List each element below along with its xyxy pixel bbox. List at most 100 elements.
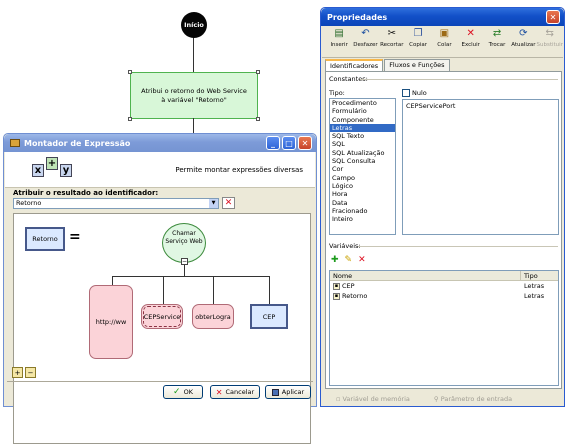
tool-label: Excluir <box>461 42 480 48</box>
column-header-name[interactable]: Nome <box>330 271 520 280</box>
flow-start-node[interactable]: Início <box>181 12 207 38</box>
type-option[interactable]: SQL <box>330 140 395 148</box>
zoom-out-icon[interactable]: − <box>25 367 36 378</box>
variable-type: Letras <box>524 282 545 290</box>
remove-variable-icon[interactable]: ✕ <box>358 255 366 265</box>
variable-icon: ▪ <box>333 282 340 290</box>
undo-button[interactable]: ↶ Desfazer <box>352 26 378 57</box>
memory-variable-icon: ▫ <box>336 394 341 403</box>
null-checkbox[interactable]: Nulo <box>402 89 427 97</box>
type-option[interactable]: SQL Atualização <box>330 149 395 157</box>
type-option[interactable]: Data <box>330 199 395 207</box>
param-label: http://ww <box>95 318 127 326</box>
table-row[interactable]: ▪ Retorno Letras <box>330 291 558 301</box>
ok-button-label: OK <box>183 388 193 396</box>
variable-name: Retorno <box>342 292 368 300</box>
tree-connector <box>163 276 164 304</box>
table-row[interactable]: ▪ CEP Letras <box>330 281 558 291</box>
input-parameter-legend: ⚲ Parâmetro de entrada <box>434 395 512 403</box>
param-cep-node[interactable]: CEP <box>250 304 288 329</box>
call-web-service-node[interactable]: Chamar Serviço Web <box>162 223 206 263</box>
clear-identifier-button[interactable]: ✕ <box>222 197 235 209</box>
close-button[interactable]: ✕ <box>546 10 560 24</box>
resize-handle[interactable] <box>256 70 260 74</box>
start-node-label: Início <box>184 21 204 29</box>
close-button[interactable]: ✕ <box>298 136 312 150</box>
insert-icon: ▤ <box>334 28 344 39</box>
checkbox-box[interactable] <box>402 89 410 97</box>
swap-button[interactable]: ⇄ Trocar <box>484 26 510 57</box>
type-option[interactable]: SQL Consulta <box>330 157 395 165</box>
tab-flows-functions[interactable]: Fluxos e Funções <box>384 59 450 71</box>
edit-variable-icon[interactable]: ✎ <box>345 255 353 265</box>
type-option[interactable]: Fracionado <box>330 207 395 215</box>
flow-assign-node[interactable]: Atribui o retorno do Web Service à variá… <box>128 70 260 121</box>
resize-handle[interactable] <box>128 117 132 121</box>
properties-tabs: Identificadores Fluxos e Funções <box>325 59 451 71</box>
paste-button[interactable]: ▣ Colar <box>431 26 457 57</box>
tree-connector <box>213 276 214 304</box>
constant-value-field[interactable]: CEPServicePort <box>402 99 559 235</box>
maximize-icon: □ <box>285 138 293 148</box>
input-parameter-label: Parâmetro de entrada <box>440 394 513 403</box>
save-icon <box>271 388 279 396</box>
flow-connector <box>193 118 194 133</box>
expand-collapse-icon[interactable]: − <box>181 258 188 265</box>
type-option[interactable]: Hora <box>330 190 395 198</box>
delete-button[interactable]: ✕ Excluir <box>458 26 484 57</box>
maximize-button[interactable]: □ <box>282 136 296 150</box>
type-option[interactable]: Componente <box>330 116 395 124</box>
ok-button[interactable]: ✓ OK <box>163 385 203 399</box>
dropdown-arrow-icon[interactable]: ▼ <box>209 199 218 208</box>
type-option[interactable]: Campo <box>330 174 395 182</box>
resize-handle[interactable] <box>128 70 132 74</box>
properties-titlebar[interactable]: Propriedades ✕ <box>321 8 564 26</box>
paste-icon: ▣ <box>439 28 450 39</box>
expression-canvas[interactable]: Retorno = Chamar Serviço Web − http://ww… <box>13 213 311 444</box>
param-operation-node[interactable]: obterLogra <box>192 304 234 329</box>
target-variable-node[interactable]: Retorno <box>25 227 65 251</box>
tree-connector <box>112 276 270 277</box>
tool-label: Substituir <box>536 42 563 48</box>
tree-connector <box>269 276 270 304</box>
tab-identifiers[interactable]: Identificadores <box>325 59 384 71</box>
check-icon: ✓ <box>173 387 181 397</box>
constant-value: CEPServicePort <box>406 102 456 110</box>
equals-sign: = <box>69 229 81 245</box>
param-service-node[interactable]: CEPService <box>141 304 183 329</box>
param-url-node[interactable]: http://ww <box>89 285 133 359</box>
cut-button[interactable]: ✂ Recortar <box>379 26 405 57</box>
expression-builder-titlebar[interactable]: Montador de Expressão _ □ ✕ <box>4 134 316 152</box>
red-x-icon: ✕ <box>224 198 233 208</box>
refresh-button[interactable]: ⟳ Atualizar <box>510 26 536 57</box>
type-option-selected[interactable]: Letras <box>330 123 395 133</box>
resize-handle[interactable] <box>256 117 260 121</box>
column-header-type[interactable]: Tipo <box>520 271 538 280</box>
apply-button[interactable]: Aplicar <box>265 385 311 399</box>
identifier-select[interactable]: Retorno ▼ <box>13 198 219 209</box>
tree-connector <box>184 265 185 276</box>
add-variable-icon[interactable]: ✚ <box>331 255 339 265</box>
type-option[interactable]: Formulário <box>330 107 395 115</box>
type-option[interactable]: Lógico <box>330 182 395 190</box>
type-option[interactable]: SQL Texto <box>330 132 395 140</box>
cancel-button[interactable]: ✕ Cancelar <box>210 385 260 399</box>
refresh-icon: ⟳ <box>519 28 528 39</box>
type-option[interactable]: Cor <box>330 165 395 173</box>
copy-icon: ❐ <box>413 28 423 39</box>
minimize-button[interactable]: _ <box>266 136 280 150</box>
type-list[interactable]: Procedimento Formulário Componente Letra… <box>329 98 396 235</box>
copy-button[interactable]: ❐ Copiar <box>405 26 431 57</box>
identifier-select-value: Retorno <box>16 199 42 207</box>
type-option[interactable]: Inteiro <box>330 215 395 223</box>
replace-button[interactable]: ⇆ Substituir <box>537 26 563 57</box>
close-icon: ✕ <box>549 12 557 22</box>
insert-button[interactable]: ▤ Inserir <box>326 26 352 57</box>
tool-label: Colar <box>437 42 452 48</box>
tool-label: Recortar <box>380 42 404 48</box>
divider <box>358 246 558 247</box>
close-icon: ✕ <box>301 138 309 148</box>
zoom-in-icon[interactable]: + <box>12 367 23 378</box>
type-option[interactable]: Procedimento <box>330 99 395 107</box>
expression-header: x + y Permite montar expressões diversas <box>5 152 315 188</box>
